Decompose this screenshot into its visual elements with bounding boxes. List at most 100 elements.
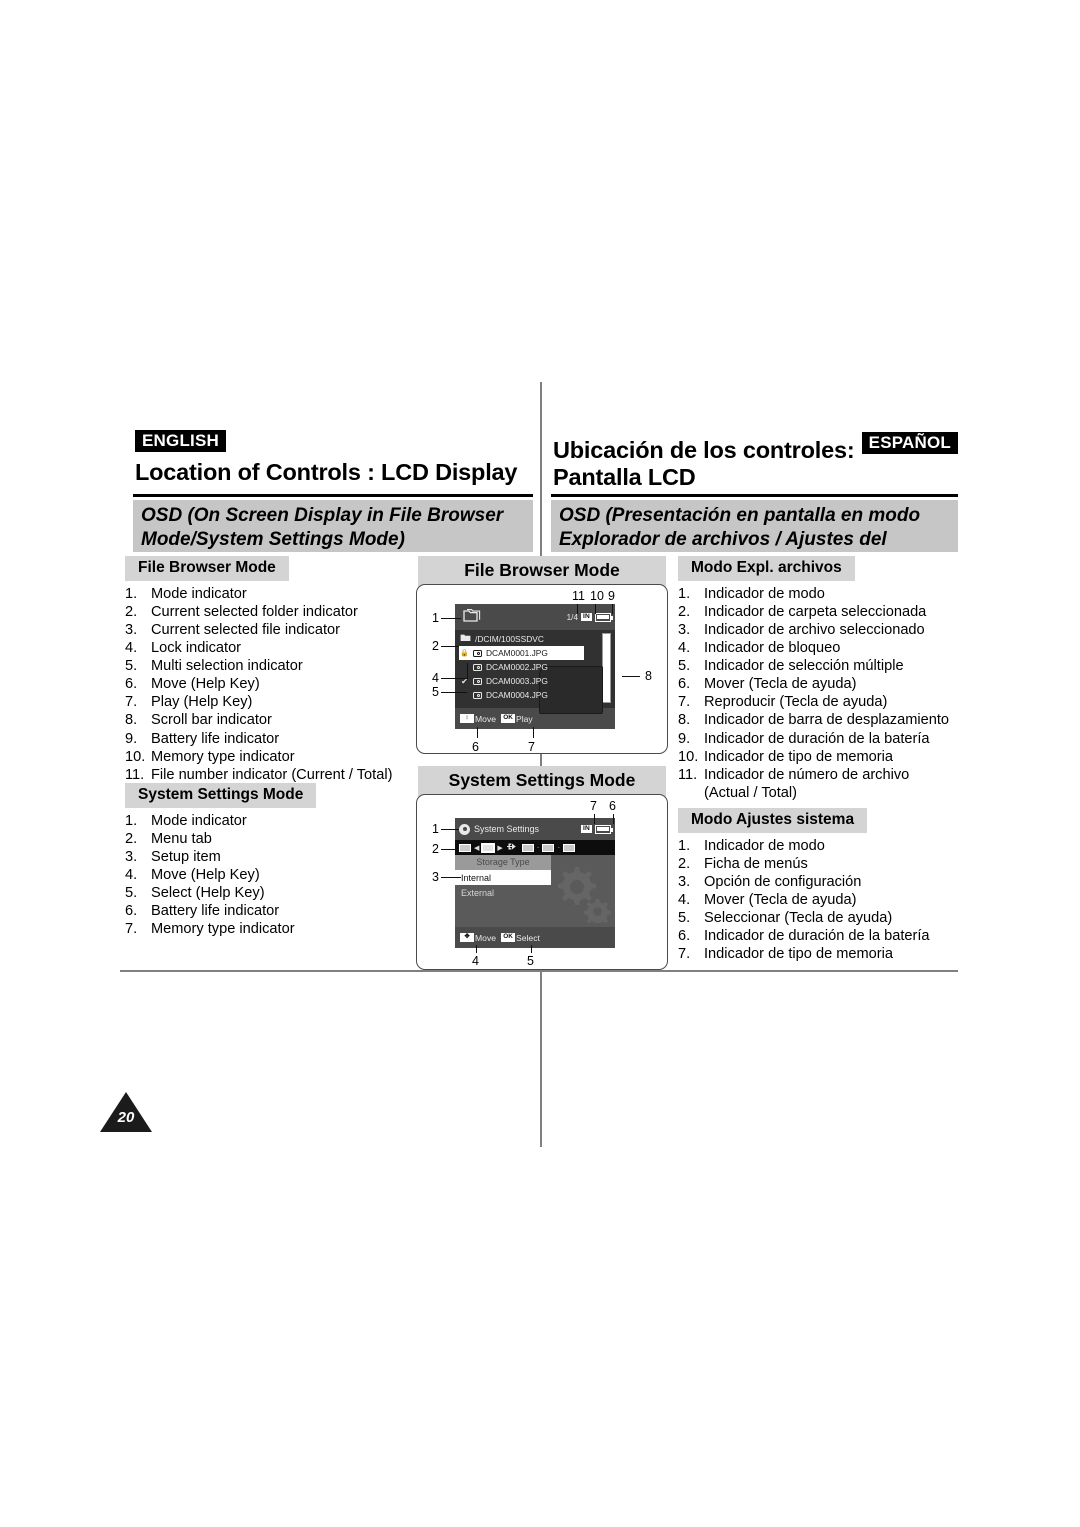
list-item: 3. Opción de configuración [678,874,970,891]
lcd-status-bar: 1/4 IN [455,604,615,630]
callout-5-ss: 5 [527,954,534,968]
file-row[interactable]: DCAM0004.JPG [459,688,612,702]
list-item-number: 1. [125,585,138,602]
callout-8: 8 [645,669,652,683]
spanish-language-badge: ESPAÑOL [861,432,958,454]
list-item-label: Indicador de archivo seleccionado [704,621,925,638]
list-item: 9. Battery life indicator [125,731,410,748]
manual-page: ENGLISH Location of Controls : LCD Displ… [0,0,1080,1527]
list-item-label: (Actual / Total) [704,785,798,802]
list-item: 3. Indicador de archivo seleccionado [678,622,970,639]
list-item-number: 9. [125,730,138,747]
file-row[interactable]: ✔ DCAM0003.JPG [459,674,612,688]
list-item-number: 4. [125,639,138,656]
battery-life-icon [595,612,613,622]
list-item-number: 3. [678,873,691,890]
list-item-number: 1. [678,837,691,854]
spanish-subtitle: OSD (Presentación en pantalla en modo Ex… [551,500,958,575]
list-item-number: 4. [678,891,691,908]
list-item-label: Scroll bar indicator [151,712,272,729]
leader-6-ss [613,814,615,824]
file-browser-diagram-heading: File Browser Mode [418,556,666,587]
list-item-label: Reproducir (Tecla de ayuda) [704,694,888,711]
list-item: 6. Battery life indicator [125,903,410,920]
callout-9: 9 [608,589,615,603]
callout-2-ss: 2 [432,842,439,856]
photo-file-icon [473,677,482,685]
spanish-title-rule [551,494,958,497]
list-item-number: 8. [678,712,691,729]
ok-key-icon: OK [501,714,516,723]
callout-1-ss: 1 [432,822,439,836]
tab-arrow-right-icon: ▶ [497,844,503,852]
list-item-number: 7. [125,921,138,938]
list-item-number: 7. [678,694,691,711]
list-item: 2. Current selected folder indicator [125,604,410,621]
spanish-file-browser-section: Modo Expl. archivos 1. Indicador de modo 2… [678,556,970,803]
setup-option[interactable]: External [455,885,551,900]
callout-5: 5 [432,685,439,699]
list-item: 6. Indicador de duración de la batería [678,928,970,945]
numbered-list: 1. Indicador de modo 2. Ficha de menús 3. Opc… [678,838,970,964]
leader-6 [477,727,479,738]
file-row-selected[interactable]: 🔒 DCAM0001.JPG [459,646,584,660]
page-number-badge: 20 [100,1092,152,1138]
help-key-select: OK Select [501,933,540,943]
tab-separator-dot: · [557,843,561,852]
list-item-label: Lock indicator [151,639,242,656]
list-item: 7. Play (Help Key) [125,694,410,711]
list-item: 2. Indicador de carpeta seleccionada [678,604,970,621]
list-item: 3. Current selected file indicator [125,622,410,639]
leader-1 [441,618,461,620]
english-file-browser-section: File Browser Mode 1. Mode indicator 2. Curr… [125,556,410,785]
list-item-number: 11. [678,766,698,783]
leader-11 [577,604,579,614]
options-container: Internal External [455,870,551,900]
list-item-label: Battery life indicator [151,903,280,920]
help-key-move: ↕ Move [460,714,496,724]
list-item-number: 10. [125,748,146,765]
section-title: Modo Expl. archivos [678,556,855,581]
leader-10 [595,604,597,614]
leader-5-ss [531,945,533,953]
help-key-play-label: Play [516,713,533,724]
lcd-settings-body: Storage Type Internal External [455,855,615,927]
lcd-help-bar: ✥ Move OK Select [455,927,615,948]
list-item-number: 11. [125,766,145,783]
list-item-number: 6. [678,928,691,945]
lcd-file-list: /DCIM/100SSDVC 🔒 DCAM0001.JPG DCAM0002.JP… [455,630,615,714]
setup-option-label: External [461,887,495,898]
list-item: 5. Seleccionar (Tecla de ayuda) [678,910,970,927]
list-item-label: Indicador de barra de desplazamiento [704,712,950,729]
list-item-number: 2. [125,830,138,847]
list-item-number: 10. [678,748,699,765]
list-item-number: 2. [125,603,138,620]
callout-10: 10 [590,589,604,603]
list-item: 3. Setup item [125,849,410,866]
list-item-label: Memory type indicator [151,921,295,938]
list-item-label: Indicador de modo [704,837,825,854]
setup-option-selected[interactable]: Internal [455,870,551,885]
list-item-label: Indicador de bloqueo [704,639,841,656]
folder-path-label: /DCIM/100SSDVC [475,633,544,644]
list-item-number: 4. [678,639,691,656]
multi-selection-check-icon: ✔ [461,676,468,686]
lcd-status-group: IN [581,824,613,834]
file-row[interactable]: DCAM0002.JPG [459,660,612,674]
list-item: 11. Indicador de número de archivo [678,767,970,784]
list-item-label: Indicador de tipo de memoria [704,748,894,765]
leader-7 [533,727,535,738]
folder-stack-icon [461,608,481,626]
updown-key-icon: ↕ [460,714,474,723]
leader-4-ss [476,945,478,953]
english-language-badge: ENGLISH [135,430,226,452]
list-item: 4. Move (Help Key) [125,867,410,884]
list-item-number: 6. [678,676,691,693]
callout-4-ss: 4 [472,954,479,968]
list-item-number: 4. [125,866,138,883]
english-page-title: Location of Controls : LCD Display [135,459,518,485]
tab-icon-file [521,843,534,852]
callout-1: 1 [432,611,439,625]
list-item-number: 1. [678,585,691,602]
callout-11: 11 [572,589,585,603]
